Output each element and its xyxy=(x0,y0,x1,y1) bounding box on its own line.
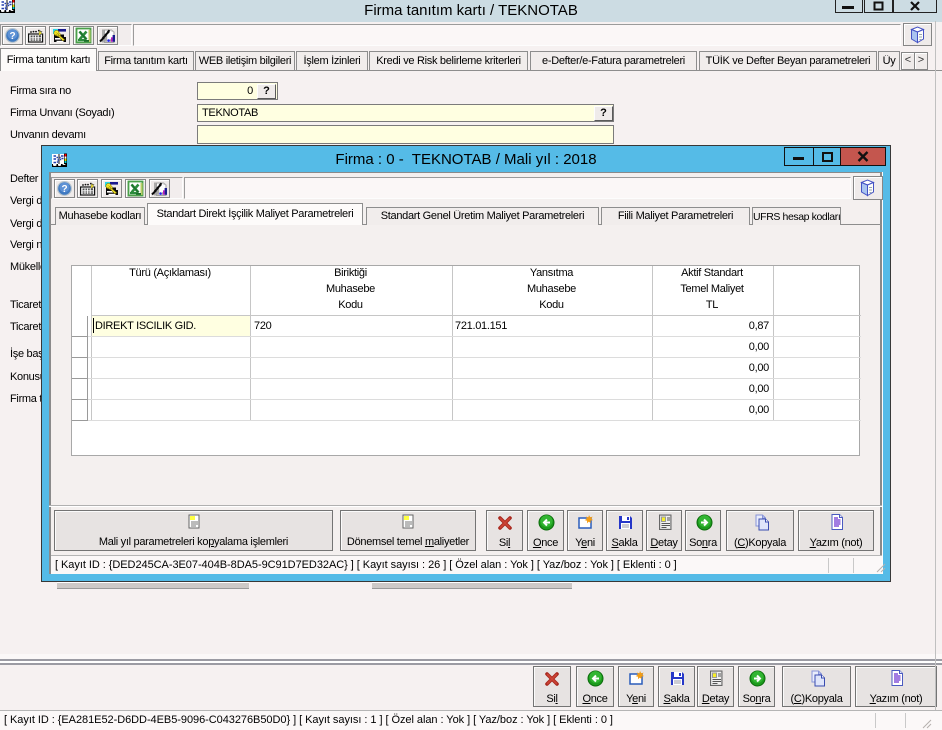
svg-text:?: ? xyxy=(9,31,15,42)
svg-text:?: ? xyxy=(61,184,67,195)
